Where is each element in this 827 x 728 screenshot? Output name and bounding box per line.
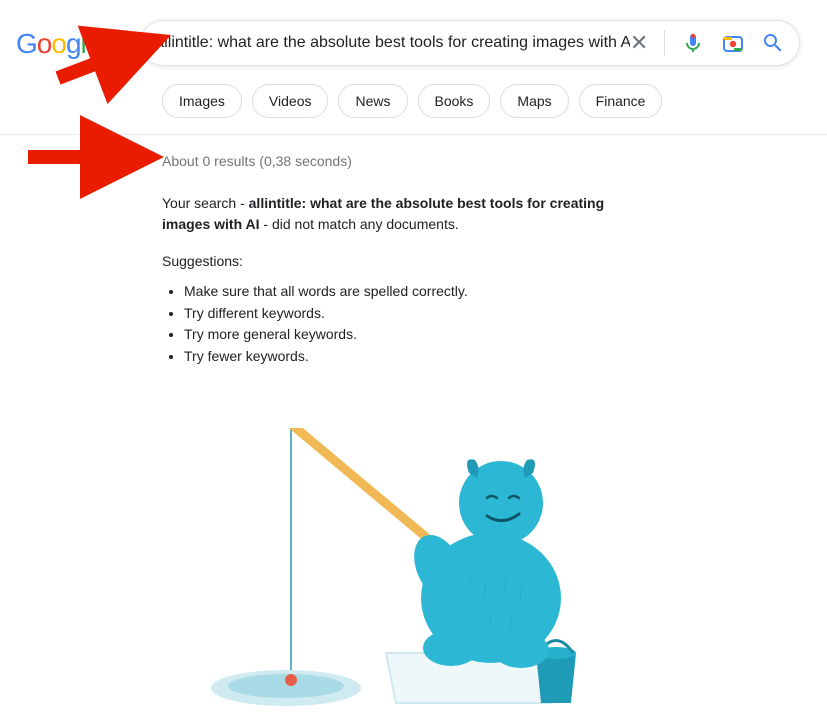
suggestion-item: Make sure that all words are spelled cor…	[184, 281, 640, 303]
icon-divider	[664, 30, 665, 56]
search-bar: ✕	[140, 20, 800, 66]
fishing-illustration	[162, 428, 640, 728]
suggestion-item: Try more general keywords.	[184, 324, 640, 346]
search-icon[interactable]	[761, 31, 785, 55]
no-match-suffix: - did not match any documents.	[260, 216, 459, 232]
annotation-arrow-search	[58, 38, 168, 83]
result-stats: About 0 results (0,38 seconds)	[162, 153, 640, 169]
tab-videos[interactable]: Videos	[252, 84, 329, 118]
mic-icon[interactable]	[681, 31, 705, 55]
tab-maps[interactable]: Maps	[500, 84, 568, 118]
results-area: About 0 results (0,38 seconds) Your sear…	[0, 135, 640, 728]
clear-icon[interactable]: ✕	[630, 30, 648, 56]
camera-icon[interactable]	[721, 31, 745, 55]
tab-finance[interactable]: Finance	[579, 84, 663, 118]
suggestions-list: Make sure that all words are spelled cor…	[162, 281, 640, 368]
tab-news[interactable]: News	[338, 84, 407, 118]
tab-images[interactable]: Images	[162, 84, 242, 118]
suggestion-item: Try different keywords.	[184, 303, 640, 325]
no-match-message: Your search - allintitle: what are the a…	[162, 193, 640, 235]
annotation-arrow-results	[28, 142, 158, 177]
search-action-icons: ✕	[630, 30, 785, 56]
search-input[interactable]	[155, 34, 630, 52]
no-match-prefix: Your search -	[162, 195, 249, 211]
tab-books[interactable]: Books	[418, 84, 491, 118]
suggestions-title: Suggestions:	[162, 253, 640, 269]
suggestion-item: Try fewer keywords.	[184, 346, 640, 368]
